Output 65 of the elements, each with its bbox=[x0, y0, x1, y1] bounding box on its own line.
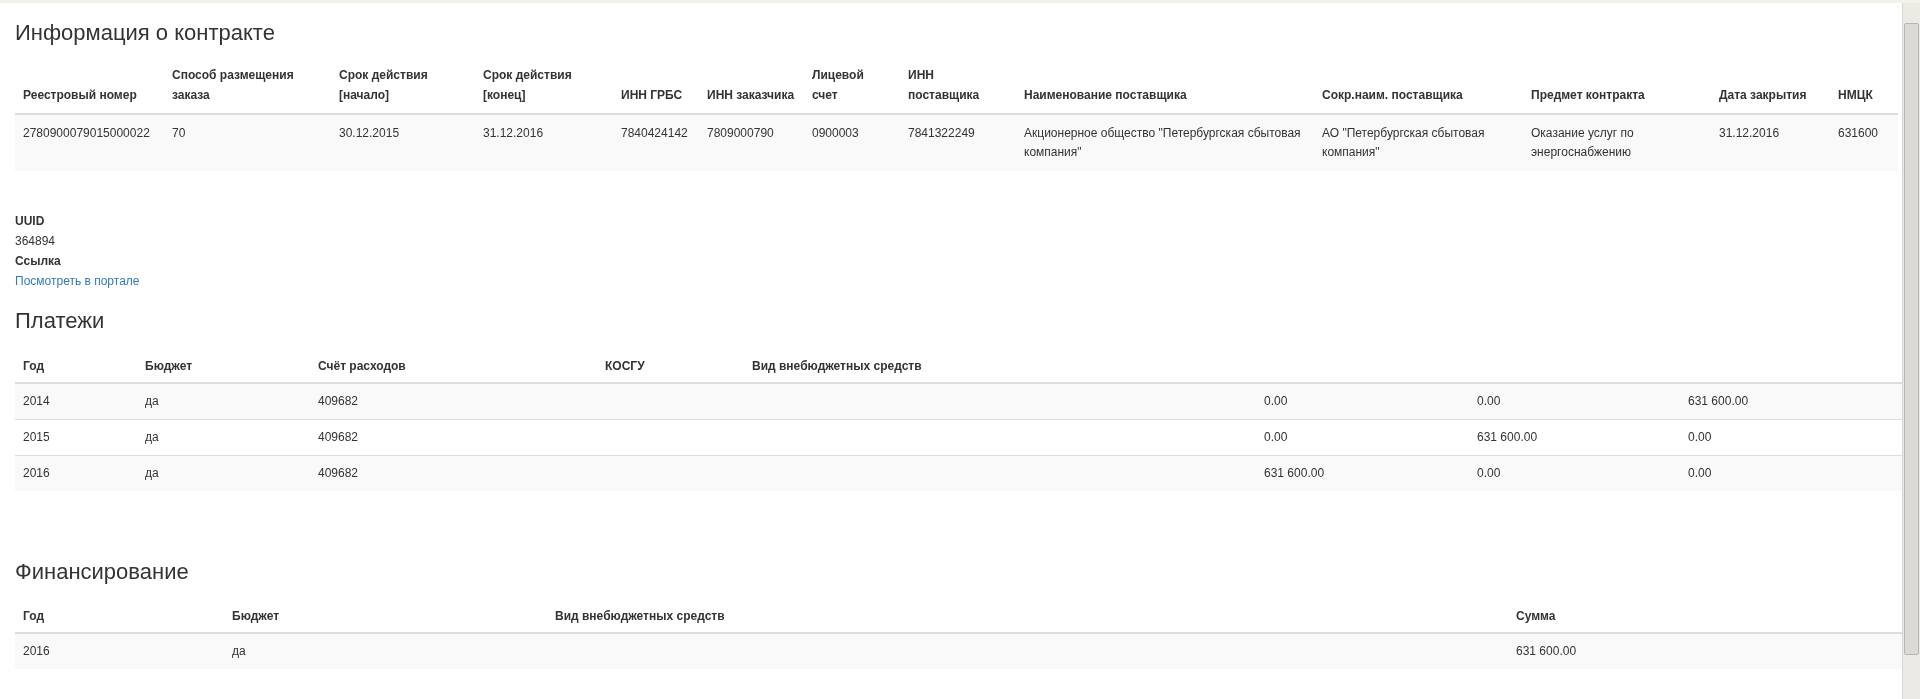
table-cell: Акционерное общество "Петербургская сбытовая компания" bbox=[1024, 126, 1301, 160]
column-header: Реестровый номер bbox=[23, 88, 137, 103]
column-header: Предмет контракта bbox=[1531, 88, 1645, 103]
table-cell: 2016 bbox=[23, 465, 50, 480]
table-cell: 631 600.00 bbox=[1264, 465, 1325, 480]
table-cell: 30.12.2015 bbox=[339, 126, 400, 141]
table-cell: 2015 bbox=[23, 429, 50, 444]
scrollbar[interactable] bbox=[1902, 3, 1920, 699]
table-cell: 631 600.00 bbox=[1516, 644, 1577, 659]
column-header: ИНН ГРБС bbox=[621, 88, 683, 103]
table-cell: да bbox=[145, 465, 159, 480]
column-header: НМЦК bbox=[1838, 88, 1873, 103]
table-cell: 31.12.2016 bbox=[483, 126, 544, 141]
field-value: 364894 bbox=[15, 233, 57, 251]
column-header: Способ размещения заказа bbox=[172, 68, 294, 103]
table-cell: да bbox=[145, 429, 159, 444]
table-cell: да bbox=[232, 644, 246, 659]
table-cell: 31.12.2016 bbox=[1719, 126, 1780, 141]
section-title: Финансирование bbox=[15, 558, 190, 586]
table-cell: 631600 bbox=[1838, 126, 1879, 141]
scrollbar-thumb[interactable] bbox=[1904, 23, 1919, 655]
table-cell: 0.00 bbox=[1688, 429, 1712, 444]
column-header: Срок действия [начало] bbox=[339, 68, 428, 103]
column-header: Сокр.наим. поставщика bbox=[1322, 88, 1463, 103]
table-cell: 2780900079015000022 bbox=[23, 126, 150, 141]
column-header: Дата закрытия bbox=[1719, 88, 1807, 103]
column-header: Год bbox=[23, 609, 44, 624]
table-cell: 409682 bbox=[318, 393, 359, 408]
table-cell: Оказание услуг по энергоснабжению bbox=[1531, 126, 1634, 160]
column-header: Счёт расходов bbox=[318, 358, 406, 373]
column-header: Сумма bbox=[1516, 609, 1556, 624]
table-cell: 0900003 bbox=[812, 126, 859, 141]
column-header: Год bbox=[23, 358, 44, 373]
section-title: Платежи bbox=[15, 308, 106, 335]
table-cell: 2016 bbox=[23, 644, 50, 659]
table-cell: 7840424142 bbox=[621, 126, 688, 141]
table-cell: 0.00 bbox=[1477, 393, 1501, 408]
table-cell: 0.00 bbox=[1264, 393, 1288, 408]
table-cell: 2014 bbox=[23, 393, 50, 408]
column-header: Бюджет bbox=[145, 358, 193, 373]
column-header: Лицевой счет bbox=[812, 68, 864, 103]
column-header: ИНН заказчика bbox=[707, 88, 795, 103]
table-cell: 7841322249 bbox=[908, 126, 975, 141]
column-header: Вид внебюджетных средств bbox=[555, 609, 725, 624]
column-header: Вид внебюджетных средств bbox=[752, 358, 922, 373]
table-cell: 0.00 bbox=[1264, 429, 1288, 444]
table-cell: 7809000790 bbox=[707, 126, 774, 141]
field-label: UUID bbox=[15, 213, 46, 231]
table-cell: 631 600.00 bbox=[1688, 393, 1749, 408]
table-cell: 409682 bbox=[318, 465, 359, 480]
portal-link[interactable]: Посмотреть в портале bbox=[15, 274, 140, 289]
table-cell: да bbox=[145, 393, 159, 408]
table-cell: 0.00 bbox=[1688, 465, 1712, 480]
table-cell: 0.00 bbox=[1477, 465, 1501, 480]
column-header: КОСГУ bbox=[605, 358, 645, 373]
column-header: ИНН поставщика bbox=[908, 68, 980, 103]
table-cell: 70 bbox=[172, 126, 186, 141]
column-header: Наименование поставщика bbox=[1024, 88, 1187, 103]
column-header: Срок действия [конец] bbox=[483, 68, 572, 103]
table-cell: АО "Петербургская сбытовая компания" bbox=[1322, 126, 1485, 160]
table-cell: 409682 bbox=[318, 429, 359, 444]
column-header: Бюджет bbox=[232, 609, 280, 624]
section-title: Информация о контракте bbox=[15, 20, 276, 47]
field-label: Ссылка bbox=[15, 253, 62, 271]
table-cell: 631 600.00 bbox=[1477, 429, 1538, 444]
